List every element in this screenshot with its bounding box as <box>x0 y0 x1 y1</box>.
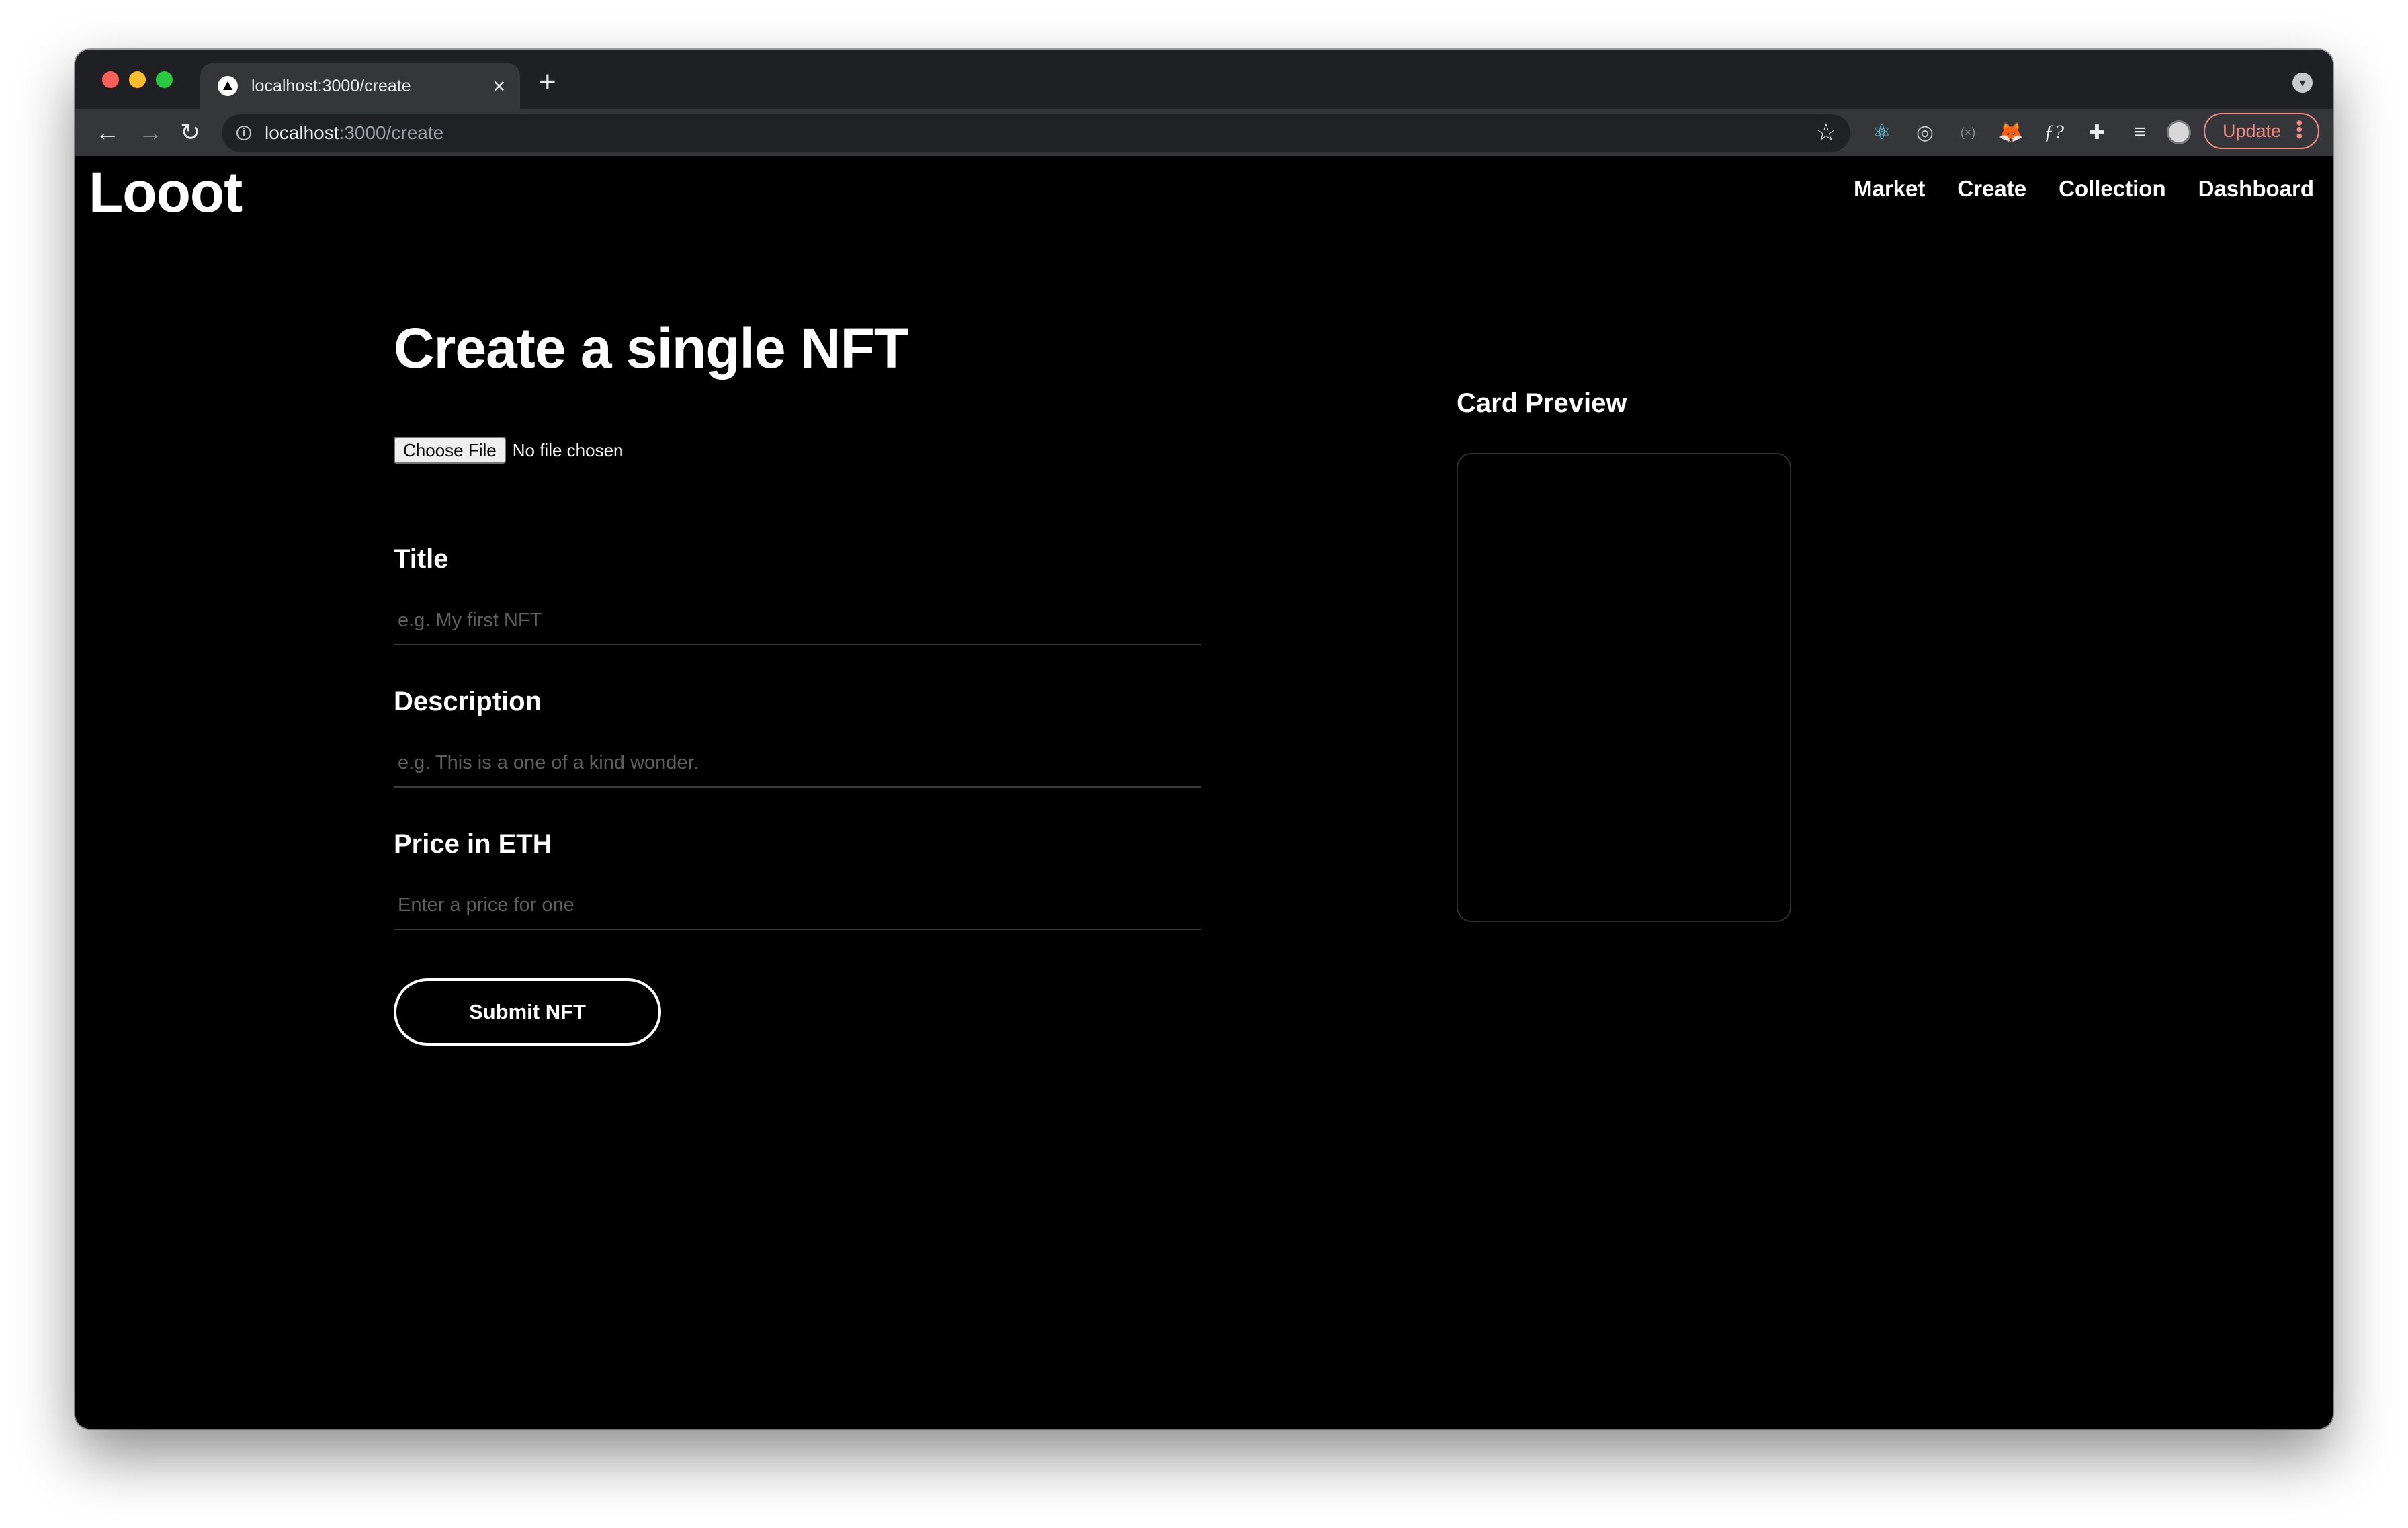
target-icon[interactable]: ◎ <box>1911 118 1939 146</box>
submit-nft-button[interactable]: Submit NFT <box>394 978 661 1046</box>
tab-title: localhost:3000/create <box>251 76 411 95</box>
new-tab-button[interactable]: + <box>539 67 556 97</box>
site-info-icon[interactable]: i <box>236 126 251 140</box>
close-window-button[interactable] <box>102 71 119 88</box>
zoom-window-button[interactable] <box>156 71 173 88</box>
price-field-wrap <box>394 880 1201 930</box>
react-devtools-icon[interactable]: ⚛ <box>1868 118 1896 146</box>
description-input[interactable] <box>396 738 1201 788</box>
tab-search-chevron-icon[interactable]: ▾ <box>2292 73 2313 93</box>
profile-avatar-icon[interactable] <box>2165 118 2193 146</box>
kebab-menu-icon[interactable]: ••• <box>2289 120 2310 139</box>
back-arrow-icon[interactable]: ← <box>95 116 120 149</box>
update-button[interactable]: Update ••• <box>2204 113 2319 149</box>
browser-window: localhost:3000/create × + ▾ ← → ↻ i loca… <box>75 50 2333 1429</box>
title-input[interactable] <box>396 595 1201 645</box>
nav-collection[interactable]: Collection <box>2059 176 2166 202</box>
nav-create[interactable]: Create <box>1957 176 2026 202</box>
metamask-fox-icon[interactable]: 🦊 <box>1997 118 2025 146</box>
media-queue-icon[interactable]: ≡ <box>2126 118 2154 146</box>
minimize-window-button[interactable] <box>129 71 146 88</box>
file-status: No file chosen <box>512 439 624 460</box>
forward-arrow-icon[interactable]: → <box>138 116 163 149</box>
title-label: Title <box>394 544 449 574</box>
tab-strip: localhost:3000/create × + ▾ <box>75 50 2333 109</box>
card-preview <box>1457 453 1791 922</box>
url-host: localhost <box>265 122 339 143</box>
url-path: :3000/create <box>339 122 444 143</box>
page-content: Looot Market Create Collection Dashboard… <box>75 156 2333 1429</box>
address-bar[interactable]: i localhost:3000/create ☆ <box>222 114 1850 152</box>
description-field-wrap <box>394 738 1201 788</box>
reload-icon[interactable]: ↻ <box>180 116 200 149</box>
traffic-lights <box>102 71 173 88</box>
title-field-wrap <box>394 595 1201 645</box>
card-preview-title: Card Preview <box>1457 388 1627 418</box>
nav-dashboard[interactable]: Dashboard <box>2198 176 2314 202</box>
site-logo[interactable]: Looot <box>89 160 243 225</box>
description-label: Description <box>394 687 542 716</box>
price-label: Price in ETH <box>394 829 552 859</box>
site-nav: Market Create Collection Dashboard <box>1854 176 2314 202</box>
browser-tab[interactable]: localhost:3000/create × <box>200 63 520 109</box>
bracket-icon[interactable]: (×) <box>1954 118 1982 146</box>
choose-file-button[interactable]: Choose File <box>394 437 506 464</box>
bookmark-star-icon[interactable]: ☆ <box>1815 118 1837 146</box>
browser-toolbar: ← → ↻ i localhost:3000/create ☆ ⚛ ◎ (×) … <box>75 109 2333 156</box>
font-icon[interactable]: ƒ? <box>2040 118 2068 146</box>
update-label: Update <box>2223 120 2282 141</box>
file-input: Choose File No file chosen <box>394 437 624 464</box>
price-input[interactable] <box>396 880 1201 930</box>
page-title: Create a single NFT <box>394 316 908 380</box>
nav-market[interactable]: Market <box>1854 176 1925 202</box>
puzzle-icon[interactable]: ✚ <box>2083 118 2111 146</box>
vercel-favicon-icon <box>218 76 238 96</box>
tab-close-icon[interactable]: × <box>492 75 505 97</box>
